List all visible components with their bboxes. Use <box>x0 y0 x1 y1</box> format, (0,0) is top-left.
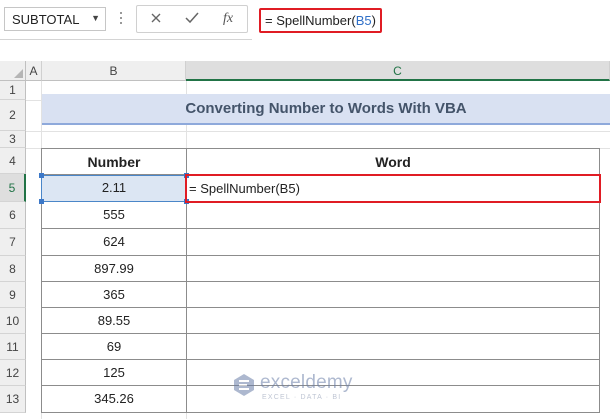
row-header-12[interactable]: 12 <box>0 360 26 386</box>
number-cell[interactable]: 125 <box>41 360 187 386</box>
exceldemy-logo-icon <box>234 374 254 396</box>
number-cell[interactable]: 365 <box>41 282 187 308</box>
word-cell[interactable] <box>187 308 600 334</box>
formula-prefix: = SpellNumber( <box>265 13 356 28</box>
row-header-3[interactable]: 3 <box>0 131 26 148</box>
formula-input[interactable]: = SpellNumber(B5) <box>252 0 610 40</box>
formula-buttons: fx <box>136 5 248 33</box>
number-cell[interactable]: 555 <box>41 202 187 229</box>
formula-ref: B5 <box>355 13 372 28</box>
selection-handle[interactable] <box>39 173 44 178</box>
active-cell-text: = SpellNumber(B5) <box>189 181 300 196</box>
row-header-13[interactable]: 13 <box>0 386 26 413</box>
active-cell-editor[interactable]: = SpellNumber(B5) <box>185 174 601 203</box>
number-cell[interactable]: 624 <box>41 229 187 256</box>
name-box[interactable]: SUBTOTAL ▼ <box>4 7 106 31</box>
formula-bar-area: SUBTOTAL ▼ fx = SpellNumber(B5) <box>0 0 610 40</box>
row-header-9[interactable]: 9 <box>0 282 26 308</box>
column-header-c[interactable]: C <box>186 61 610 81</box>
insert-function-button[interactable]: fx <box>213 8 243 30</box>
row-header-10[interactable]: 10 <box>0 308 26 334</box>
number-cell[interactable]: 897.99 <box>41 256 187 282</box>
word-cell[interactable] <box>187 256 600 282</box>
row-header-8[interactable]: 8 <box>0 256 26 282</box>
name-box-value: SUBTOTAL <box>12 12 80 27</box>
header-word[interactable]: Word <box>187 148 600 175</box>
select-all-corner[interactable] <box>0 61 26 81</box>
close-icon[interactable] <box>141 8 171 30</box>
word-cell[interactable] <box>187 229 600 256</box>
row-header-4[interactable]: 4 <box>0 148 26 174</box>
column-header-b[interactable]: B <box>42 61 186 81</box>
watermark-name: exceldemy <box>260 372 353 393</box>
row-header-6[interactable]: 6 <box>0 202 26 229</box>
number-cell[interactable]: 345.26 <box>41 386 187 413</box>
header-number[interactable]: Number <box>41 148 187 175</box>
chevron-down-icon[interactable]: ▼ <box>91 13 100 23</box>
watermark-tagline: EXCEL · DATA · BI <box>262 394 342 401</box>
row-header-2[interactable]: 2 <box>0 100 26 131</box>
watermark: exceldemy EXCEL · DATA · BI <box>232 371 392 405</box>
number-cell[interactable]: 69 <box>41 334 187 360</box>
selection-handle[interactable] <box>39 199 44 204</box>
row-header-7[interactable]: 7 <box>0 229 26 256</box>
formula-suffix: ) <box>371 13 376 28</box>
check-icon[interactable] <box>177 8 207 30</box>
word-cell[interactable] <box>187 282 600 308</box>
word-cell[interactable] <box>187 334 600 360</box>
row-header-5[interactable]: 5 <box>0 174 26 202</box>
column-header-a[interactable]: A <box>26 61 42 81</box>
reference-frame <box>41 175 187 202</box>
formula-text: = SpellNumber(B5) <box>259 8 382 33</box>
number-cell[interactable]: 89.55 <box>41 308 187 334</box>
sheet-title: Converting Number to Words With VBA <box>42 94 610 125</box>
row-header-11[interactable]: 11 <box>0 334 26 360</box>
drag-handle[interactable] <box>118 9 124 29</box>
row-header-1[interactable]: 1 <box>0 81 26 100</box>
word-cell[interactable] <box>187 202 600 229</box>
